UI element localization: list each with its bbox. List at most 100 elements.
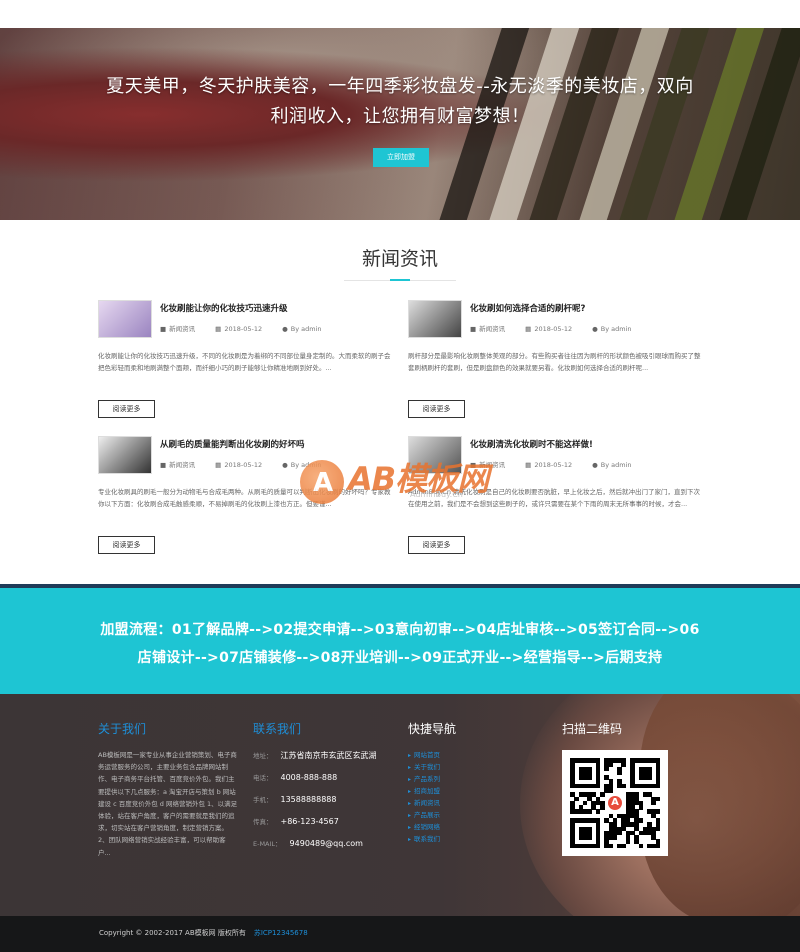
news-thumbnail[interactable] xyxy=(98,300,152,338)
footer-nav-link[interactable]: 产品系列 xyxy=(408,773,456,785)
news-thumbnail[interactable] xyxy=(98,436,152,474)
qr-module xyxy=(617,758,622,763)
qr-module xyxy=(625,839,631,844)
user-icon: ● xyxy=(592,325,598,333)
qr-module xyxy=(608,813,614,819)
copyright-text: Copyright © 2002-2017 AB模板网 版权所有 苏ICP1234… xyxy=(99,928,308,938)
qr-module xyxy=(578,758,584,763)
qr-module xyxy=(617,770,622,776)
news-title-link[interactable]: 化妆刷清洗化妆刷时不能这样做! xyxy=(470,438,708,450)
qr-module xyxy=(595,839,601,844)
news-author: By admin xyxy=(600,461,632,469)
qr-module xyxy=(647,843,652,849)
qr-module xyxy=(651,826,656,832)
qr-module xyxy=(625,809,631,814)
qr-module xyxy=(655,843,661,849)
calendar-icon: ▦ xyxy=(525,325,532,333)
contact-value: +86-123-4567 xyxy=(280,817,339,826)
contact-value: 4008-888-888 xyxy=(280,773,338,782)
qr-module xyxy=(582,783,588,789)
qr-module xyxy=(578,792,584,797)
qr-module xyxy=(595,830,601,836)
qr-module xyxy=(591,783,596,789)
qr-module xyxy=(595,800,601,806)
qr-module xyxy=(570,792,575,797)
calendar-icon: ▦ xyxy=(215,325,222,333)
contact-row: 手机： 13588888888 xyxy=(253,789,377,811)
news-title-link[interactable]: 从刷毛的质量能判断出化妆刷的好坏吗 xyxy=(160,438,398,450)
qr-module xyxy=(600,800,605,806)
join-now-button[interactable]: 立即加盟 xyxy=(373,148,429,167)
news-category[interactable]: 新闻资讯 xyxy=(169,325,195,333)
qr-module xyxy=(655,822,661,827)
footer-nav-link[interactable]: 产品展示 xyxy=(408,809,456,821)
qr-module xyxy=(621,813,626,819)
qr-module xyxy=(630,800,635,806)
footer-qr-heading: 扫描二维码 xyxy=(562,722,623,736)
footer-nav-link[interactable]: 网站首页 xyxy=(408,749,456,761)
qr-module xyxy=(638,843,644,849)
read-more-button[interactable]: 阅读更多 xyxy=(408,400,465,418)
hero-title-line1: 夏天美甲，冬天护肤美容，一年四季彩妆盘发--永无淡季的美妆店，双向 xyxy=(106,76,694,97)
news-date: 2018-05-12 xyxy=(224,325,263,333)
qr-module xyxy=(638,775,644,780)
qr-module xyxy=(655,839,661,844)
qr-module xyxy=(630,805,635,810)
news-date: 2018-05-12 xyxy=(534,325,573,333)
qr-module xyxy=(604,762,609,767)
news-thumbnail[interactable] xyxy=(408,300,462,338)
qr-module xyxy=(570,775,575,780)
qr-module xyxy=(582,800,588,806)
qr-module xyxy=(608,835,614,840)
qr-module xyxy=(582,766,588,772)
qr-module xyxy=(634,813,639,819)
qr-module xyxy=(587,792,592,797)
qr-module xyxy=(655,796,661,802)
news-category[interactable]: 新闻资讯 xyxy=(479,325,505,333)
qr-module xyxy=(595,779,601,784)
news-title-link[interactable]: 化妆刷如何选择合适的刷杆呢? xyxy=(470,302,708,314)
qr-module xyxy=(578,835,584,840)
qr-module xyxy=(638,800,644,806)
qr-module xyxy=(630,766,635,772)
footer-nav-link[interactable]: 关于我们 xyxy=(408,761,456,773)
qr-module xyxy=(621,818,626,823)
footer-contact: 联系我们 地址： 江苏省南京市玄武区玄武湖 电话： 4008-888-888 手机： 13… xyxy=(253,720,377,855)
qr-module xyxy=(595,796,601,802)
read-more-button[interactable]: 阅读更多 xyxy=(98,400,155,418)
news-date: 2018-05-12 xyxy=(534,461,573,469)
qr-module xyxy=(642,775,648,780)
footer-nav-link[interactable]: 招商加盟 xyxy=(408,785,456,797)
read-more-button[interactable]: 阅读更多 xyxy=(408,536,465,554)
qr-module xyxy=(647,809,652,814)
news-title-link[interactable]: 化妆刷能让你的化妆技巧迅速升级 xyxy=(160,302,398,314)
footer-nav-link[interactable]: 联系我们 xyxy=(408,833,456,845)
qr-module xyxy=(655,762,661,767)
qr-module xyxy=(570,835,575,840)
qr-module xyxy=(642,826,648,832)
watermark-url: AdminBuy.Cn xyxy=(410,490,463,499)
qr-module xyxy=(621,762,626,767)
footer-contact-heading: 联系我们 xyxy=(253,722,302,736)
qr-module xyxy=(651,835,656,840)
icp-link[interactable]: 苏ICP12345678 xyxy=(254,929,308,937)
news-category[interactable]: 新闻资讯 xyxy=(169,461,195,469)
qr-module xyxy=(647,830,652,836)
qr-module xyxy=(595,758,601,763)
qr-module xyxy=(634,818,639,823)
read-more-button[interactable]: 阅读更多 xyxy=(98,536,155,554)
qr-module xyxy=(578,830,584,836)
contact-value: 江苏省南京市玄武区玄武湖 xyxy=(280,751,377,760)
qr-code-image: A xyxy=(570,758,661,849)
footer-nav-link[interactable]: 新闻资讯 xyxy=(408,797,456,809)
qr-module xyxy=(595,843,601,849)
qr-module xyxy=(638,805,644,810)
footer-nav-link[interactable]: 经销网络 xyxy=(408,821,456,833)
news-excerpt: 化妆刷能让你的化妆技巧迅速升级，不同的化妆刷是为着绑的不同部位量身定制的。大而柔… xyxy=(98,352,391,372)
qr-module xyxy=(642,766,648,772)
contact-row: 电话： 4008-888-888 xyxy=(253,767,377,789)
qr-module xyxy=(604,758,609,763)
qr-module xyxy=(595,766,601,772)
qr-module xyxy=(604,766,609,772)
qr-module xyxy=(655,818,661,823)
